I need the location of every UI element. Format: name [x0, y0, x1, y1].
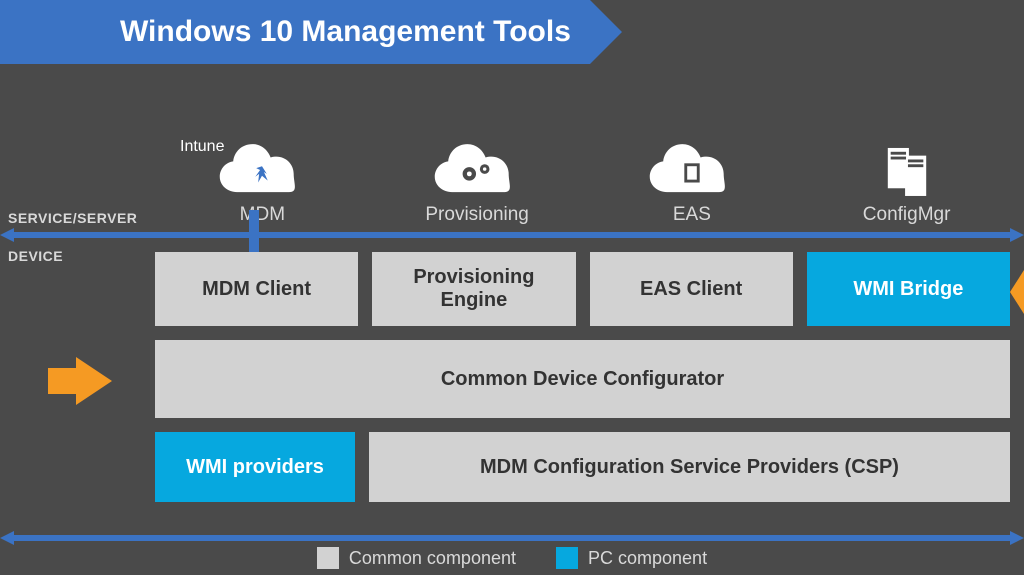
label-device: DEVICE [8, 248, 63, 264]
box-eas-client: EAS Client [590, 252, 793, 326]
legend: Common component PC component [0, 547, 1024, 569]
legend-pc: PC component [556, 547, 707, 569]
service-row: Intune MDM Provisioning EAS [155, 108, 1014, 226]
box-common-device-configurator: Common Device Configurator [155, 340, 1010, 418]
label-service-server: SERVICE/SERVER [8, 210, 137, 226]
cloud-icon [214, 142, 310, 200]
legend-common-label: Common component [349, 548, 516, 569]
box-provisioning-engine: Provisioning Engine [372, 252, 575, 326]
divider-arrow-bottom [0, 531, 1024, 545]
servers-icon [859, 142, 955, 200]
service-provisioning: Provisioning [370, 142, 585, 226]
service-configmgr: ConfigMgr [799, 142, 1014, 226]
device-area: MDM Client Provisioning Engine EAS Clien… [155, 252, 1010, 516]
cloud-gears-icon [429, 142, 525, 200]
box-wmi-bridge: WMI Bridge [807, 252, 1010, 326]
legend-pc-label: PC component [588, 548, 707, 569]
orange-arrow-left [76, 357, 112, 405]
page-title: Windows 10 Management Tools [120, 15, 571, 49]
service-eas-label: EAS [673, 204, 711, 226]
box-wmi-providers: WMI providers [155, 432, 355, 502]
legend-common: Common component [317, 547, 516, 569]
box-mdm-csp: MDM Configuration Service Providers (CSP… [369, 432, 1010, 502]
service-configmgr-label: ConfigMgr [863, 204, 951, 226]
swatch-pc-icon [556, 547, 578, 569]
title-banner: Windows 10 Management Tools [0, 0, 590, 64]
divider-arrow-top [0, 228, 1024, 242]
box-mdm-client: MDM Client [155, 252, 358, 326]
service-provisioning-label: Provisioning [425, 204, 529, 226]
orange-arrow-right [1010, 270, 1024, 314]
swatch-common-icon [317, 547, 339, 569]
cloud-office-icon [644, 142, 740, 200]
service-eas: EAS [585, 142, 800, 226]
